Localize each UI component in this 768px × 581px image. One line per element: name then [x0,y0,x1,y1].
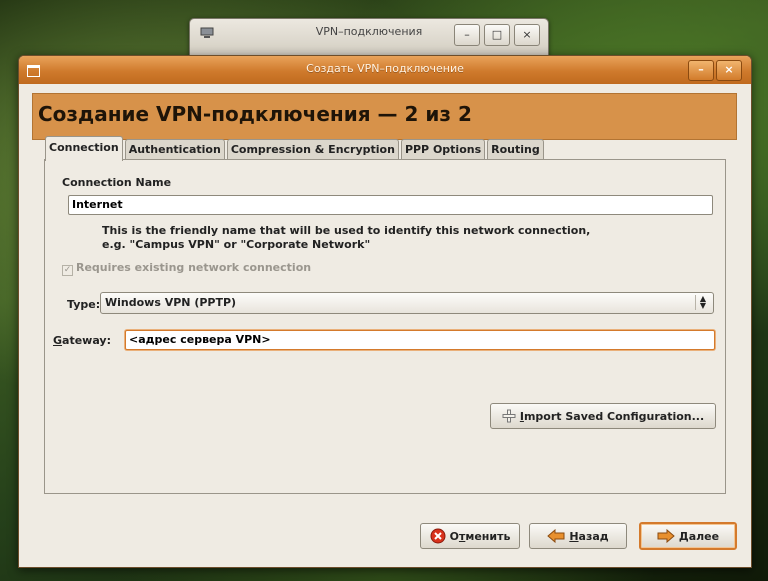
tab-authentication[interactable]: Authentication [124,139,225,160]
requires-network-label: Requires existing network connection [76,261,312,274]
step-banner: Создание VPN-подключения — 2 из 2 [32,93,737,140]
vpn-type-value: Windows VPN (PPTP) [105,296,237,309]
connection-panel: Connection Name Internet This is the fri… [44,159,726,494]
tab-bar: Connection Authentication Compression & … [45,136,546,161]
arrow-right-icon [657,529,675,543]
background-close-button[interactable]: × [514,24,540,46]
dialog-minimize-button[interactable]: – [688,60,714,81]
import-config-label: Import Saved Configuration... [519,409,705,423]
background-minimize-button[interactable]: – [454,24,480,46]
next-button[interactable]: Далее [639,522,737,550]
help-line-2: e.g. "Campus VPN" or "Corporate Network" [102,238,371,251]
dialog-title: Создать VPN–подключение [306,62,464,75]
cancel-button[interactable]: Отменить [420,523,520,549]
back-label: Назад [569,529,609,543]
dialog-titlebar[interactable]: Создать VPN–подключение – × [19,56,751,84]
gateway-label: Gateway: [53,334,111,347]
tab-connection[interactable]: Connection [45,136,123,161]
arrow-left-icon [547,529,565,543]
tab-routing[interactable]: Routing [487,139,544,160]
back-button[interactable]: Назад [529,523,627,549]
create-vpn-dialog: Создать VPN–подключение – × Создание VPN… [18,55,752,568]
checkbox-check-icon: ✓ [62,265,73,276]
vpn-type-select[interactable]: Windows VPN (PPTP) ▲ ▼ [100,292,714,314]
tab-ppp-options[interactable]: PPP Options [400,139,486,160]
next-label: Далее [678,529,720,543]
gateway-input[interactable]: <адрес сервера VPN> [125,330,715,350]
cancel-icon [430,528,446,544]
connection-name-label: Connection Name [62,176,172,189]
plus-icon [502,409,516,423]
type-label: Type: [67,298,101,311]
dialog-close-button[interactable]: × [716,60,742,81]
step-heading: Создание VPN-подключения — 2 из 2 [38,102,472,126]
connection-name-input[interactable]: Internet [68,195,713,215]
connection-name-help: This is the friendly name that will be u… [102,224,590,252]
background-maximize-button[interactable]: □ [484,24,510,46]
import-config-button[interactable]: Import Saved Configuration... [490,403,716,429]
combo-arrows-icon: ▲ ▼ [695,295,710,310]
background-window-titlebar[interactable]: VPN–подключения – □ × [190,19,548,51]
help-line-1: This is the friendly name that will be u… [102,224,591,237]
cancel-label: Отменить [449,529,511,543]
tab-compression-encryption[interactable]: Compression & Encryption [226,139,399,160]
requires-network-checkbox: ✓ Requires existing network connection [62,261,311,276]
